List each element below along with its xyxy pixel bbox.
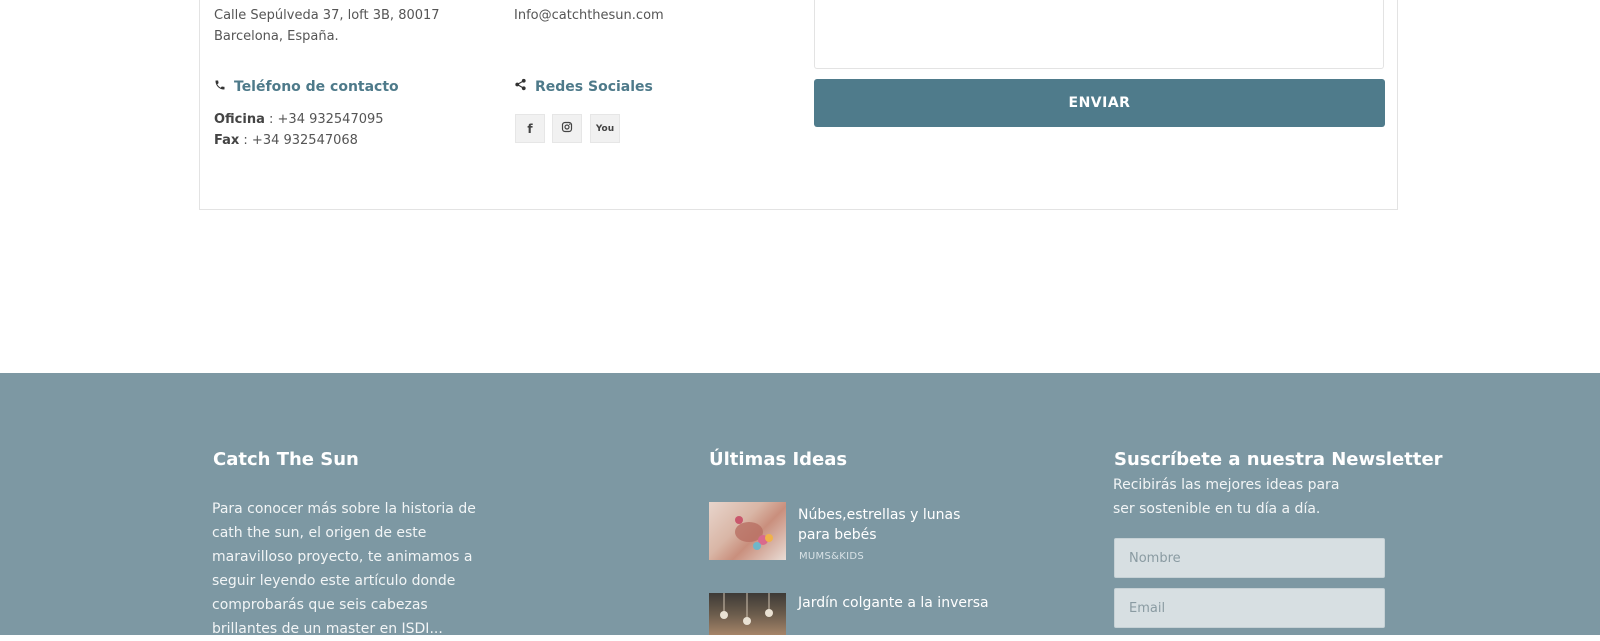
- share-icon: [514, 78, 527, 95]
- address-line-1: Calle Sepúlveda 37, loft 3B, 80017: [214, 8, 440, 23]
- instagram-button[interactable]: [552, 114, 582, 143]
- post-title-2[interactable]: Jardín colgante a la inversa: [798, 593, 998, 613]
- phone-icon: [214, 79, 226, 95]
- footer-ideas-title: Últimas Ideas: [709, 449, 848, 470]
- social-heading: Redes Sociales: [514, 78, 653, 95]
- fax-phone: Fax : +34 932547068: [214, 130, 358, 151]
- post-thumbnail-1[interactable]: [709, 502, 786, 560]
- post-thumbnail-2[interactable]: [709, 593, 786, 635]
- footer-about-text: Para conocer más sobre la historia de ca…: [212, 501, 476, 637]
- social-heading-label: Redes Sociales: [535, 78, 653, 95]
- newsletter-name-input[interactable]: [1114, 538, 1385, 578]
- newsletter-email-input[interactable]: [1114, 588, 1385, 628]
- send-button[interactable]: ENVIAR: [814, 79, 1385, 127]
- facebook-icon: f: [527, 121, 533, 136]
- newsletter-text: Recibirás las mejores ideas para ser sos…: [1113, 477, 1340, 517]
- facebook-button[interactable]: f: [515, 114, 545, 143]
- office-value: : +34 932547095: [264, 112, 384, 127]
- phone-heading: Teléfono de contacto: [214, 79, 399, 95]
- fax-value: : +34 932547068: [239, 133, 358, 148]
- post-category-1[interactable]: MUMS&KIDS: [799, 551, 864, 562]
- contact-email-link[interactable]: Info@catchthesun.com: [514, 5, 664, 26]
- office-phone: Oficina : +34 932547095: [214, 109, 384, 130]
- message-textarea[interactable]: [814, 0, 1384, 69]
- fax-label: Fax: [214, 133, 240, 148]
- youtube-button[interactable]: You: [590, 114, 620, 143]
- phone-heading-label: Teléfono de contacto: [234, 79, 399, 95]
- address-line-2: Barcelona, España.: [214, 29, 339, 44]
- newsletter-title: Suscríbete a nuestra Newsletter: [1114, 449, 1443, 470]
- office-label: Oficina: [214, 112, 265, 127]
- youtube-icon: You: [595, 123, 615, 134]
- post-title-1[interactable]: Núbes,estrellas y lunas para bebés: [798, 505, 978, 545]
- footer-about-title: Catch The Sun: [213, 449, 359, 470]
- instagram-icon: [561, 121, 573, 136]
